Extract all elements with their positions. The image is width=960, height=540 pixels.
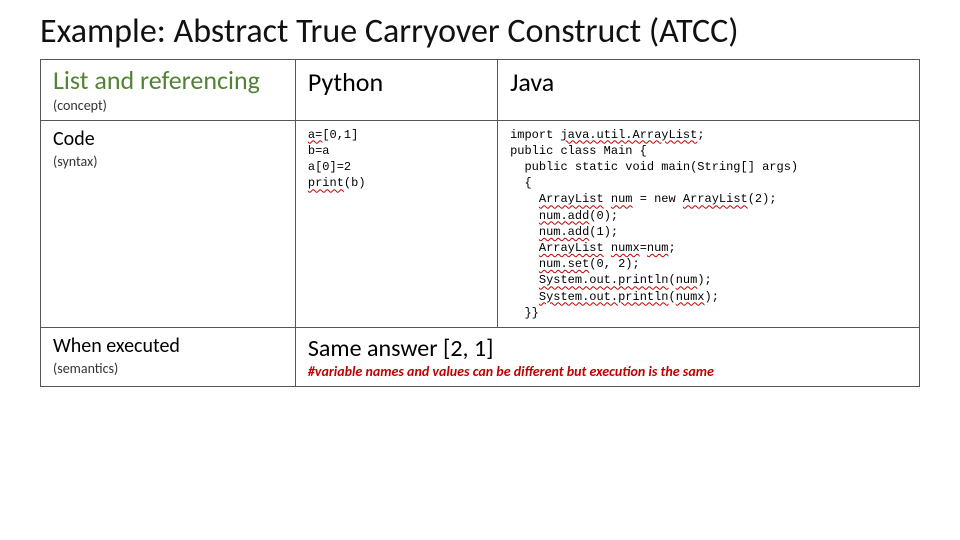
exec-answer-main: Same answer [2, 1] — [308, 334, 909, 363]
exec-row-label: When executed — [53, 334, 180, 358]
code-row-label-cell: Code (syntax) — [41, 120, 296, 327]
java-code-block: import java.util.ArrayList; public class… — [510, 127, 909, 321]
exec-row-label-cell: When executed (semantics) — [41, 327, 296, 386]
exec-row: When executed (semantics) Same answer [2… — [41, 327, 920, 386]
python-header: Python — [308, 66, 383, 98]
python-code-cell: a=[0,1] b=a a[0]=2 print(b) — [295, 120, 497, 327]
exec-answer-note: #variable names and values can be differ… — [308, 363, 909, 380]
python-header-cell: Python — [295, 60, 497, 121]
java-header-cell: Java — [498, 60, 920, 121]
concept-header-cell: List and referencing (concept) — [41, 60, 296, 121]
code-row: Code (syntax) a=[0,1] b=a a[0]=2 print(b… — [41, 120, 920, 327]
java-code-cell: import java.util.ArrayList; public class… — [498, 120, 920, 327]
code-row-sub: (syntax) — [53, 153, 285, 170]
table-header-row: List and referencing (concept) Python Ja… — [41, 60, 920, 121]
exec-row-sub: (semantics) — [53, 360, 285, 377]
comparison-table: List and referencing (concept) Python Ja… — [40, 59, 920, 387]
slide-title: Example: Abstract True Carryover Constru… — [40, 12, 920, 51]
slide: Example: Abstract True Carryover Constru… — [0, 0, 960, 407]
java-header: Java — [510, 66, 554, 98]
code-row-label: Code — [53, 127, 95, 151]
python-code-block: a=[0,1] b=a a[0]=2 print(b) — [308, 127, 487, 192]
exec-answer-cell: Same answer [2, 1] #variable names and v… — [295, 327, 919, 386]
concept-header-main: List and referencing — [53, 64, 260, 96]
concept-header-sub: (concept) — [53, 97, 285, 114]
